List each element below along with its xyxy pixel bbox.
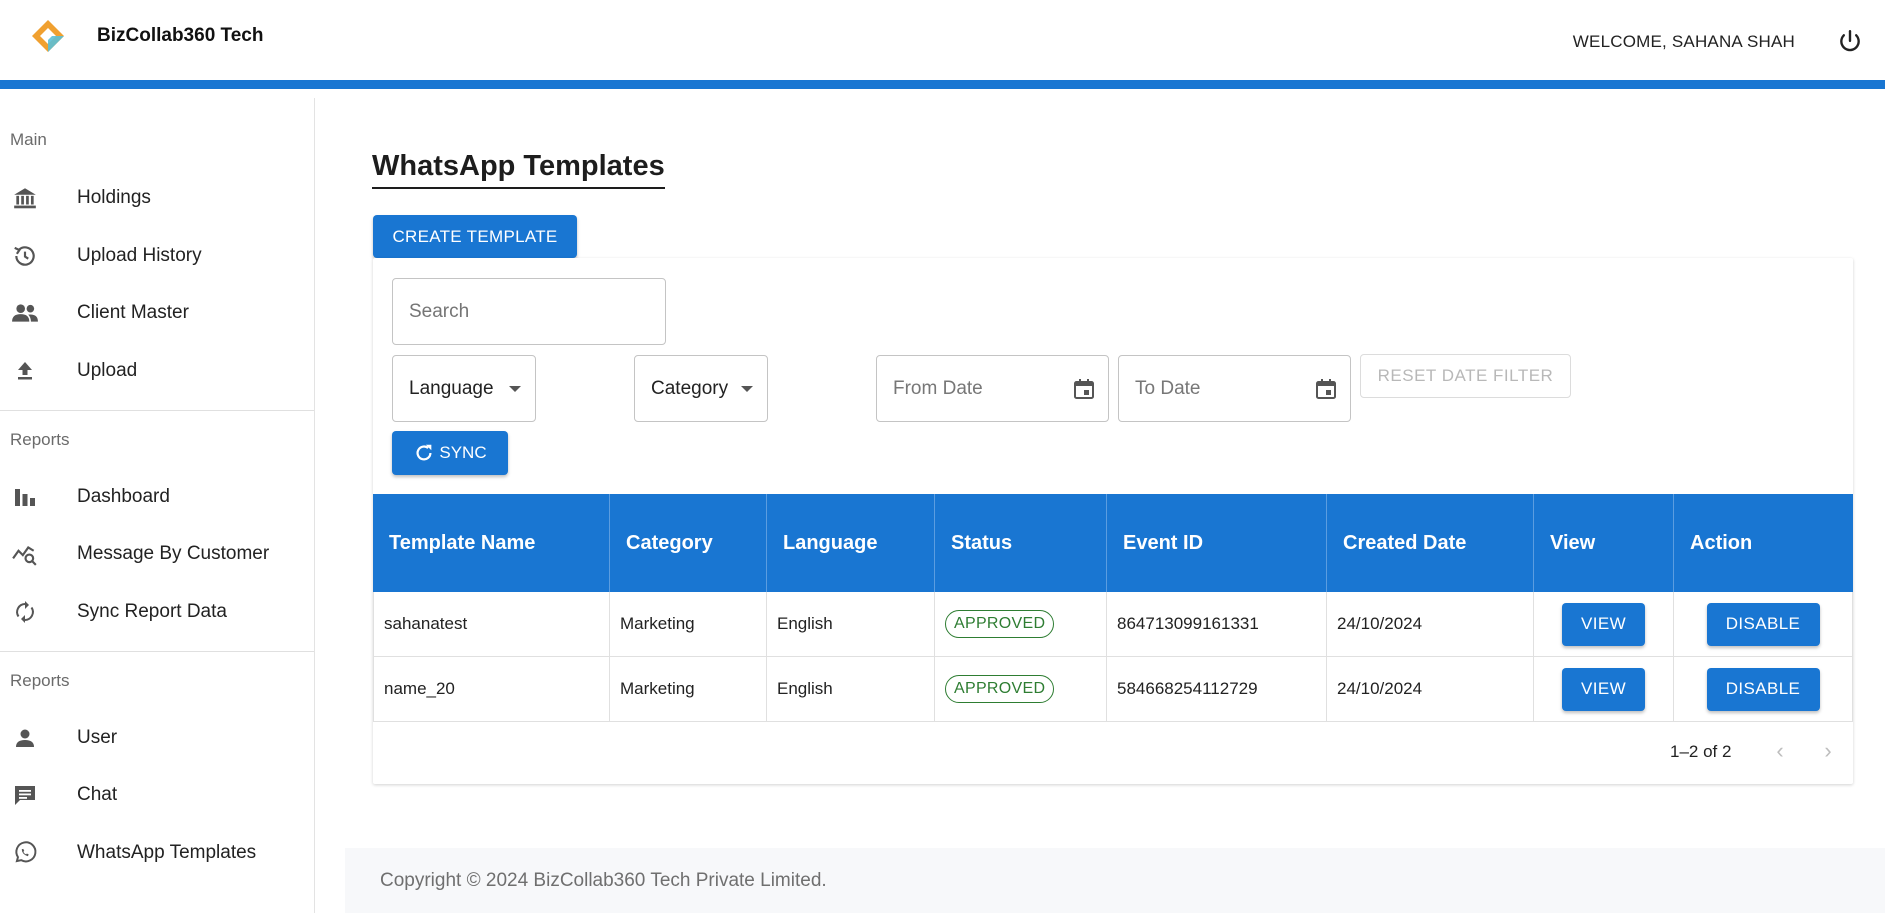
column-header-created-date[interactable]: Created Date	[1327, 494, 1534, 592]
column-header-action: Action	[1690, 531, 1753, 554]
sidebar-item-label: Message By Customer	[77, 543, 270, 564]
calendar-icon[interactable]	[1314, 377, 1338, 401]
cell-created-date: 24/10/2024	[1327, 592, 1534, 656]
column-header-view: View	[1534, 494, 1674, 592]
sidebar-item-sync-report-data[interactable]: Sync Report Data	[0, 586, 314, 638]
from-date-placeholder: From Date	[893, 377, 983, 399]
sidebar-item-message-by-customer[interactable]: Message By Customer	[0, 528, 314, 580]
cell-language: English	[767, 592, 935, 656]
app-header: BizCollab360 Tech WELCOME, SAHANA SHAH	[0, 0, 1885, 89]
history-icon	[11, 242, 39, 270]
welcome-text: WELCOME, SAHANA SHAH	[1572, 32, 1795, 51]
to-date-field[interactable]: To Date	[1118, 355, 1351, 422]
cell-event-id: 864713099161331	[1107, 592, 1327, 656]
cell-action: DISABLE	[1674, 592, 1853, 656]
sidebar-section-reports: Reports	[10, 430, 70, 449]
bank-icon	[11, 184, 39, 212]
status-badge: APPROVED	[945, 675, 1055, 703]
person-icon	[11, 724, 39, 752]
brand-name: BizCollab360 Tech	[97, 25, 264, 46]
create-template-button[interactable]: CREATE TEMPLATE	[373, 215, 577, 258]
sidebar-item-label: Holdings	[77, 187, 151, 208]
column-header-template-name[interactable]: Template Name	[373, 494, 610, 592]
sidebar-item-label: Upload	[77, 360, 138, 381]
sidebar-item-holdings[interactable]: Holdings	[0, 172, 314, 224]
cell-category: Marketing	[610, 592, 767, 656]
from-date-field[interactable]: From Date	[876, 355, 1109, 422]
refresh-icon	[416, 444, 432, 461]
sidebar-item-label: Upload History	[77, 245, 202, 266]
column-header-event-id[interactable]: Event ID	[1107, 494, 1327, 592]
sidebar-item-label: Dashboard	[77, 486, 170, 507]
sync-button[interactable]: SYNC	[392, 431, 508, 475]
disable-button[interactable]: DISABLE	[1706, 667, 1820, 711]
column-header-category[interactable]: Category	[610, 494, 767, 592]
sidebar-section-reports-2: Reports	[10, 671, 70, 690]
chevron-right-icon[interactable]: ›	[1818, 738, 1838, 763]
cell-status: APPROVED	[935, 657, 1107, 721]
sync-button-label: SYNC	[439, 443, 487, 462]
bar-chart-icon	[11, 483, 39, 511]
cell-language: English	[767, 657, 935, 721]
status-badge: APPROVED	[945, 610, 1055, 638]
chevron-down-icon	[741, 386, 753, 392]
table-header-row: Template Name Category Language Status E…	[373, 494, 1853, 592]
brand-logo-icon	[32, 20, 64, 52]
to-date-placeholder: To Date	[1135, 377, 1201, 399]
chevron-left-icon[interactable]: ‹	[1770, 738, 1790, 763]
cell-template-name: name_20	[373, 657, 610, 721]
column-header-language[interactable]: Language	[767, 494, 935, 592]
sidebar-item-label: User	[77, 727, 118, 748]
query-stats-icon	[11, 540, 39, 568]
cell-category: Marketing	[610, 657, 767, 721]
sidebar-item-client-master[interactable]: Client Master	[0, 287, 314, 339]
cell-status: APPROVED	[935, 592, 1107, 656]
view-button[interactable]: VIEW	[1562, 602, 1645, 646]
upload-icon	[11, 357, 39, 385]
sidebar-item-label: Client Master	[77, 302, 189, 323]
page-title: WhatsApp Templates	[372, 150, 665, 189]
column-header-status[interactable]: Status	[935, 494, 1107, 592]
sidebar-item-whatsapp-templates[interactable]: WhatsApp Templates	[0, 827, 314, 879]
sidebar: Main Holdings Upload History Client Mast…	[0, 98, 315, 913]
cell-view: VIEW	[1534, 657, 1674, 721]
chat-icon	[11, 781, 39, 809]
search-input[interactable]	[392, 278, 666, 345]
templates-table: Template Name Category Language Status E…	[373, 494, 1853, 722]
calendar-icon[interactable]	[1072, 377, 1096, 401]
cell-view: VIEW	[1534, 592, 1674, 656]
chevron-down-icon	[509, 386, 521, 392]
sidebar-section-main: Main	[10, 130, 47, 149]
sidebar-item-label: Chat	[77, 784, 118, 805]
sidebar-divider	[0, 410, 314, 411]
cell-action: DISABLE	[1674, 657, 1853, 721]
sidebar-item-label: WhatsApp Templates	[77, 842, 257, 863]
category-select[interactable]: Category	[634, 355, 768, 422]
sync-icon	[11, 598, 39, 626]
sidebar-item-upload[interactable]: Upload	[0, 345, 314, 397]
footer: Copyright © 2024 BizCollab360 Tech Priva…	[345, 848, 1885, 913]
copyright-text: Copyright © 2024 BizCollab360 Tech Priva…	[380, 870, 827, 891]
sidebar-item-dashboard[interactable]: Dashboard	[0, 471, 314, 523]
disable-button[interactable]: DISABLE	[1706, 602, 1820, 646]
sidebar-item-upload-history[interactable]: Upload History	[0, 230, 314, 282]
logout-power-icon[interactable]	[1837, 29, 1863, 55]
cell-event-id: 584668254112729	[1107, 657, 1327, 721]
table-row: sahanatest Marketing English APPROVED 86…	[373, 592, 1853, 657]
sidebar-divider	[0, 651, 314, 652]
table-row: name_20 Marketing English APPROVED 58466…	[373, 657, 1853, 722]
sidebar-item-user[interactable]: User	[0, 712, 314, 764]
category-select-label: Category	[651, 377, 729, 399]
sidebar-item-label: Sync Report Data	[77, 601, 227, 622]
cell-template-name: sahanatest	[373, 592, 610, 656]
people-icon	[11, 299, 39, 327]
pagination-info: 1–2 of 2	[1670, 742, 1732, 761]
reset-date-filter-button[interactable]: RESET DATE FILTER	[1360, 354, 1571, 398]
cell-created-date: 24/10/2024	[1327, 657, 1534, 721]
view-button[interactable]: VIEW	[1562, 667, 1645, 711]
sidebar-item-chat[interactable]: Chat	[0, 769, 314, 821]
whatsapp-icon	[11, 839, 39, 867]
language-select-label: Language	[409, 377, 494, 399]
language-select[interactable]: Language	[392, 355, 536, 422]
